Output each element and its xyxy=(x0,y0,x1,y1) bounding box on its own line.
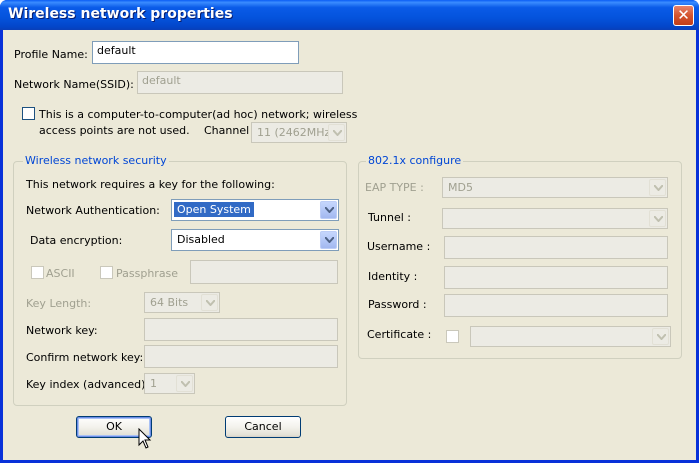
network-key-label: Network key: xyxy=(26,324,98,337)
eap-type-value: MD5 xyxy=(448,181,473,194)
chevron-down-icon xyxy=(328,124,345,141)
eap-type-label: EAP TYPE : xyxy=(365,181,424,194)
identity-input[interactable] xyxy=(444,266,668,289)
passphrase-label: Passphrase xyxy=(116,267,179,280)
channel-value: 11 (2462MHz) xyxy=(257,126,335,139)
chevron-down-icon xyxy=(176,375,193,392)
cancel-button-label: Cancel xyxy=(244,420,282,433)
certificate-select[interactable] xyxy=(470,326,671,347)
identity-label: Identity : xyxy=(368,270,418,283)
key-index-label: Key index (advanced): xyxy=(26,378,150,391)
requires-key-text: This network requires a key for the foll… xyxy=(26,178,275,191)
ssid-input[interactable]: default xyxy=(137,71,343,94)
ascii-checkbox[interactable] xyxy=(31,266,44,279)
chevron-down-icon xyxy=(652,328,669,345)
wireless-security-title: Wireless network security xyxy=(23,154,169,167)
certificate-checkbox[interactable] xyxy=(446,330,459,343)
key-length-value: 64 Bits xyxy=(150,296,189,309)
confirm-key-label: Confirm network key: xyxy=(26,351,144,364)
network-auth-value: Open System xyxy=(173,201,255,218)
key-index-select[interactable]: 1 xyxy=(144,373,195,394)
passphrase-input[interactable] xyxy=(190,260,338,284)
network-auth-select[interactable]: Open System xyxy=(171,199,339,221)
dialog-body: Profile Name: default Network Name(SSID)… xyxy=(3,30,696,460)
dialog-window: Wireless network properties ✕ Profile Na… xyxy=(0,0,699,463)
chevron-down-icon xyxy=(320,201,337,219)
chevron-down-icon xyxy=(201,294,218,311)
cancel-button[interactable]: Cancel xyxy=(225,416,301,438)
username-input[interactable] xyxy=(444,236,668,259)
close-button[interactable]: ✕ xyxy=(673,5,694,26)
confirm-key-input[interactable] xyxy=(144,345,338,368)
data-encryption-select[interactable]: Disabled xyxy=(171,229,339,251)
network-auth-label: Network Authentication: xyxy=(26,204,160,217)
chevron-down-icon xyxy=(320,231,337,249)
adhoc-checkbox[interactable] xyxy=(22,107,35,120)
dot1x-config-title: 802.1x configure xyxy=(366,154,464,167)
tunnel-label: Tunnel : xyxy=(368,211,411,224)
window-title: Wireless network properties xyxy=(8,6,233,22)
username-label: Username : xyxy=(367,240,431,253)
key-length-select[interactable]: 64 Bits xyxy=(144,292,220,313)
network-key-input[interactable] xyxy=(144,318,338,341)
mouse-cursor-icon xyxy=(138,428,152,449)
profile-name-label: Profile Name: xyxy=(14,48,88,61)
adhoc-label-line1: This is a computer-to-computer(ad hoc) n… xyxy=(39,108,358,121)
passphrase-checkbox[interactable] xyxy=(100,266,113,279)
key-index-value: 1 xyxy=(150,377,157,390)
title-bar[interactable]: Wireless network properties ✕ xyxy=(0,0,699,30)
ssid-label: Network Name(SSID): xyxy=(14,78,134,91)
password-label: Password : xyxy=(368,298,427,311)
channel-label: Channel xyxy=(204,124,250,137)
profile-name-input[interactable]: default xyxy=(92,41,299,64)
certificate-label: Certificate : xyxy=(367,328,432,341)
data-encryption-value: Disabled xyxy=(177,233,225,246)
close-icon: ✕ xyxy=(677,6,690,24)
adhoc-label-line2: access points are not used. xyxy=(39,124,190,137)
tunnel-select[interactable] xyxy=(442,208,668,229)
key-length-label: Key Length: xyxy=(26,297,92,310)
eap-type-select[interactable]: MD5 xyxy=(442,177,668,198)
password-input[interactable] xyxy=(444,294,668,317)
chevron-down-icon xyxy=(649,179,666,196)
data-encryption-label: Data encryption: xyxy=(30,234,123,247)
ascii-label: ASCII xyxy=(46,267,75,280)
chevron-down-icon xyxy=(649,210,666,227)
channel-select[interactable]: 11 (2462MHz) xyxy=(251,122,347,143)
